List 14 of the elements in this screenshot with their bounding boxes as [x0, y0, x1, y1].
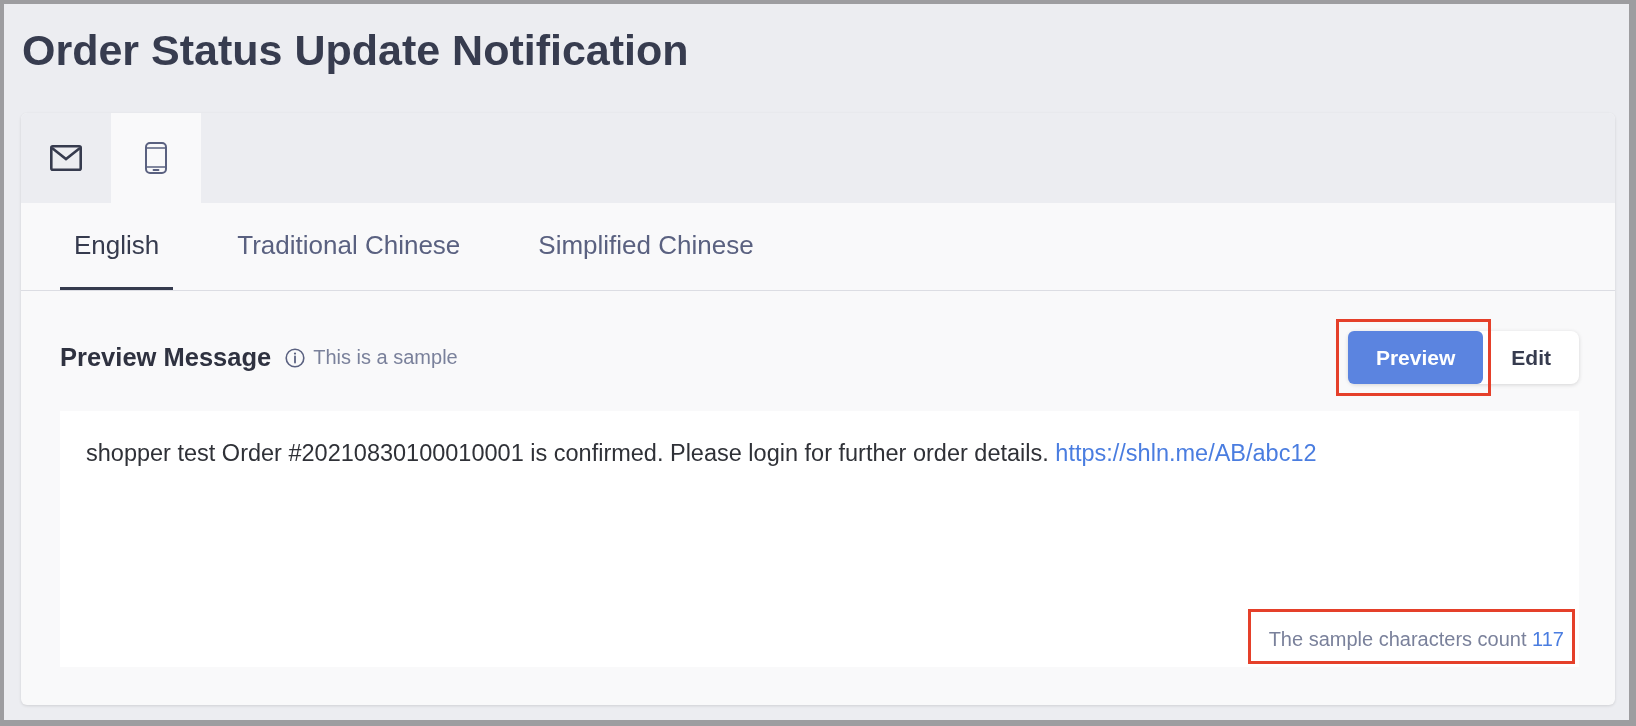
message-link[interactable]: https://shln.me/AB/abc12: [1055, 440, 1317, 466]
mode-button[interactable]: Preview: [1347, 331, 1484, 384]
hint-text: This is a sample: [313, 346, 458, 369]
page-title: Order Status Update Notification: [22, 25, 689, 76]
language-tab[interactable]: Traditional Chinese: [223, 203, 475, 290]
character-count: The sample characters count 117: [1268, 627, 1564, 651]
language-tab[interactable]: English: [60, 203, 174, 290]
phone-icon: [145, 142, 167, 174]
mode-button[interactable]: Edit: [1483, 331, 1579, 384]
section-title: Preview Message: [60, 343, 272, 372]
language-tab[interactable]: Simplified Chinese: [524, 203, 768, 290]
envelope-icon: [50, 145, 82, 171]
message-text: shopper test Order #20210830100010001 is confirmed. Please login for further order details. https://shln.me/AB/abc12: [86, 439, 1318, 467]
info-icon: [285, 347, 306, 368]
